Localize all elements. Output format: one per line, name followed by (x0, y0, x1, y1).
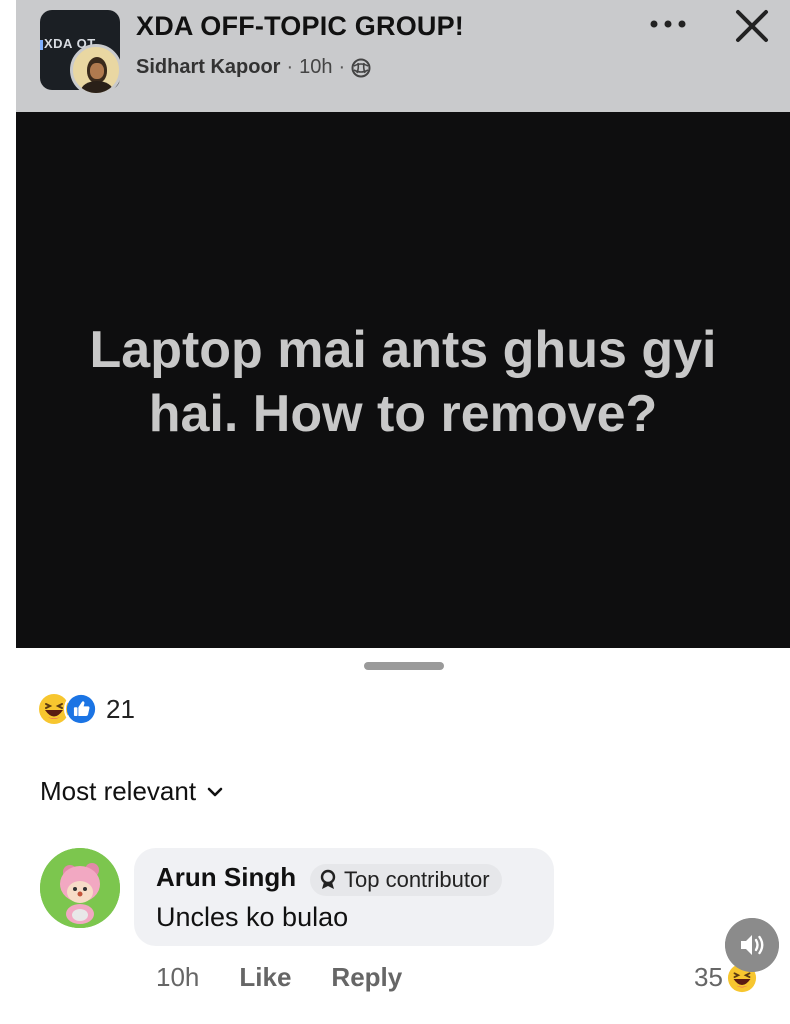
thumbnail-accent (40, 40, 43, 50)
post-text: Laptop mai ants ghus gyi hai. How to rem… (16, 318, 790, 446)
close-icon[interactable] (732, 6, 772, 46)
badge-label: Top contributor (344, 867, 490, 892)
comment-bubble[interactable]: Arun Singh Top contributor Uncles ko bul… (134, 848, 554, 946)
chevron-down-icon (207, 787, 223, 796)
post-time[interactable]: 10h (299, 56, 332, 79)
reaction-summary[interactable]: 21 (38, 692, 135, 726)
like-button[interactable]: Like (239, 962, 291, 993)
comments-sheet: 21 Most relevant Arun Singh Top contribu… (0, 648, 790, 1024)
comment-time[interactable]: 10h (156, 962, 199, 993)
meta-separator: · (286, 56, 294, 78)
sort-dropdown[interactable]: Most relevant (40, 776, 224, 807)
reply-button[interactable]: Reply (331, 962, 402, 993)
top-contributor-badge[interactable]: Top contributor (310, 864, 502, 896)
post-meta: Sidhart Kapoor · 10h · (136, 56, 371, 79)
comment-reaction-count: 35 (694, 962, 723, 992)
like-icon (64, 692, 98, 726)
sound-toggle-button[interactable] (725, 918, 779, 972)
group-name[interactable]: XDA OFF-TOPIC GROUP! (136, 11, 464, 42)
post-image[interactable]: Laptop mai ants ghus gyi hai. How to rem… (16, 112, 790, 648)
award-icon (320, 869, 336, 889)
comment-actions: 10h Like Reply (156, 962, 402, 993)
commenter-name[interactable]: Arun Singh (156, 862, 296, 893)
sheet-drag-handle[interactable] (364, 662, 444, 670)
author-name[interactable]: Sidhart Kapoor (136, 56, 280, 79)
comment-text: Uncles ko bulao (156, 902, 349, 932)
commenter-avatar[interactable] (40, 848, 120, 928)
post-text-line-1: Laptop mai ants ghus gyi (89, 321, 717, 379)
meta-separator-2: · (338, 56, 346, 78)
avatar-body (81, 81, 113, 93)
post-header: XDA OT XDA OFF-TOPIC GROUP! Sidhart Kapo… (16, 0, 790, 112)
reaction-count: 21 (106, 693, 135, 724)
author-avatar[interactable] (70, 44, 122, 96)
sort-label: Most relevant (40, 776, 197, 806)
globe-icon (351, 58, 371, 77)
more-dots-icon[interactable] (648, 14, 688, 34)
avatar-face (90, 63, 104, 79)
post-text-line-2: hai. How to remove? (148, 385, 658, 443)
